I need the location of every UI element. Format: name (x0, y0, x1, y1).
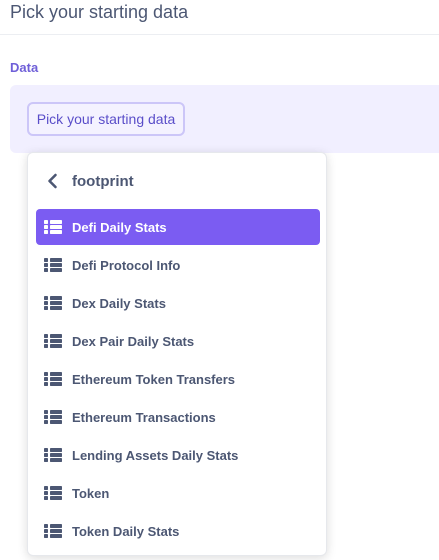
list-item[interactable]: Dex Daily Stats (36, 285, 320, 321)
header-divider (0, 34, 439, 35)
chevron-left-icon (48, 173, 57, 189)
list-item-label: Ethereum Transactions (72, 409, 216, 425)
list-icon (44, 448, 62, 462)
list-icon (44, 486, 62, 500)
list-item-label: Defi Protocol Info (72, 257, 181, 273)
list-icon (44, 220, 62, 234)
list-item[interactable]: Token Daily Stats (36, 513, 320, 549)
list-item-label: Defi Daily Stats (72, 219, 167, 235)
list-item[interactable]: Ethereum Token Transfers (36, 361, 320, 397)
list-item-label: Ethereum Token Transfers (72, 371, 236, 387)
table-list: Defi Daily Stats Defi Protocol Info Dex … (36, 209, 320, 551)
data-section-label: Data (10, 60, 39, 75)
database-name: footprint (72, 172, 134, 190)
list-item[interactable]: Defi Daily Stats (36, 209, 320, 245)
list-item[interactable]: Ethereum Transactions (36, 399, 320, 435)
data-picker-popover: footprint Defi Daily Stats Defi Protocol… (27, 152, 327, 556)
list-icon (44, 296, 62, 310)
list-icon (44, 372, 62, 386)
list-item[interactable]: Lending Assets Daily Stats (36, 437, 320, 473)
list-icon (44, 258, 62, 272)
pick-starting-data-button-label: Pick your starting data (36, 111, 176, 127)
back-to-databases-button[interactable]: footprint (44, 169, 134, 193)
list-icon (44, 410, 62, 424)
list-item[interactable]: Dex Pair Daily Stats (36, 323, 320, 359)
list-icon (44, 334, 62, 348)
list-item[interactable]: Defi Protocol Info (36, 247, 320, 283)
list-item-label: Dex Daily Stats (72, 295, 166, 311)
list-item-label: Lending Assets Daily Stats (72, 447, 239, 463)
list-item[interactable]: Token (36, 475, 320, 511)
list-icon (44, 524, 62, 538)
page: Pick your starting data Data Pick your s… (0, 0, 439, 560)
list-item-label: Dex Pair Daily Stats (72, 333, 195, 349)
pick-starting-data-button[interactable]: Pick your starting data (27, 102, 185, 136)
page-title: Pick your starting data (10, 2, 189, 22)
list-item-label: Token Daily Stats (72, 523, 180, 539)
list-item-label: Token (72, 485, 110, 501)
